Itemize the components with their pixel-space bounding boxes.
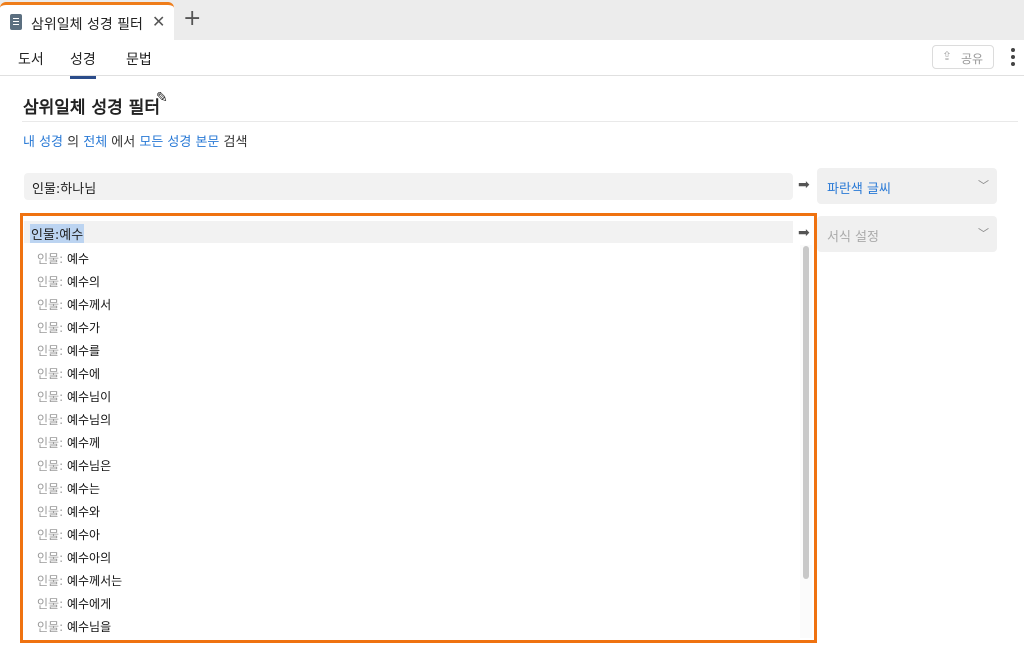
document-tab[interactable]: 삼위일체 성경 필터 ✕: [0, 2, 174, 40]
nav-bar: 도서 성경 문법 ⇪ 공유: [0, 40, 1024, 79]
arrow-right-icon: ➡: [798, 177, 810, 193]
page-title: 삼위일체 성경 필터: [23, 98, 160, 118]
chevron-down-icon: ﹀: [978, 227, 989, 240]
scope-library-link[interactable]: 내 성경: [23, 135, 63, 150]
scope-text-search: 검색: [219, 135, 248, 150]
tab-books[interactable]: 도서: [18, 49, 44, 69]
tab-title: 삼위일체 성경 필터: [31, 17, 143, 33]
style-select-value: 서식 설정: [827, 230, 879, 245]
search-scope: 내 성경 의 전체 에서 모든 성경 본문 검색: [23, 131, 247, 150]
divider: [22, 121, 1018, 122]
upload-icon: ⇪: [942, 49, 953, 63]
share-button[interactable]: ⇪ 공유: [932, 45, 994, 69]
scope-text-link[interactable]: 모든 성경 본문: [139, 135, 219, 150]
document-icon: [10, 14, 22, 30]
kebab-menu-icon[interactable]: [1010, 48, 1016, 68]
focus-highlight-box: [20, 213, 817, 643]
style-select[interactable]: 서식 설정 ﹀: [817, 216, 997, 252]
style-select[interactable]: 파란색 글씨 ﹀: [817, 168, 997, 204]
filter-query-input[interactable]: 인물:하나님: [24, 173, 793, 200]
share-label: 공유: [961, 52, 984, 66]
scope-text-in: 에서: [107, 135, 140, 150]
chevron-down-icon: ﹀: [978, 179, 989, 192]
scope-range-link[interactable]: 전체: [83, 135, 107, 150]
plus-icon[interactable]: +: [183, 5, 201, 33]
tab-grammar[interactable]: 문법: [126, 49, 152, 69]
scope-text-of: 의: [63, 135, 84, 150]
style-select-value: 파란색 글씨: [827, 182, 891, 197]
close-icon[interactable]: ✕: [152, 12, 165, 31]
tab-bible[interactable]: 성경: [70, 49, 96, 79]
pencil-icon[interactable]: ✎: [156, 90, 168, 106]
tab-strip: 삼위일체 성경 필터 ✕ +: [0, 0, 1024, 40]
